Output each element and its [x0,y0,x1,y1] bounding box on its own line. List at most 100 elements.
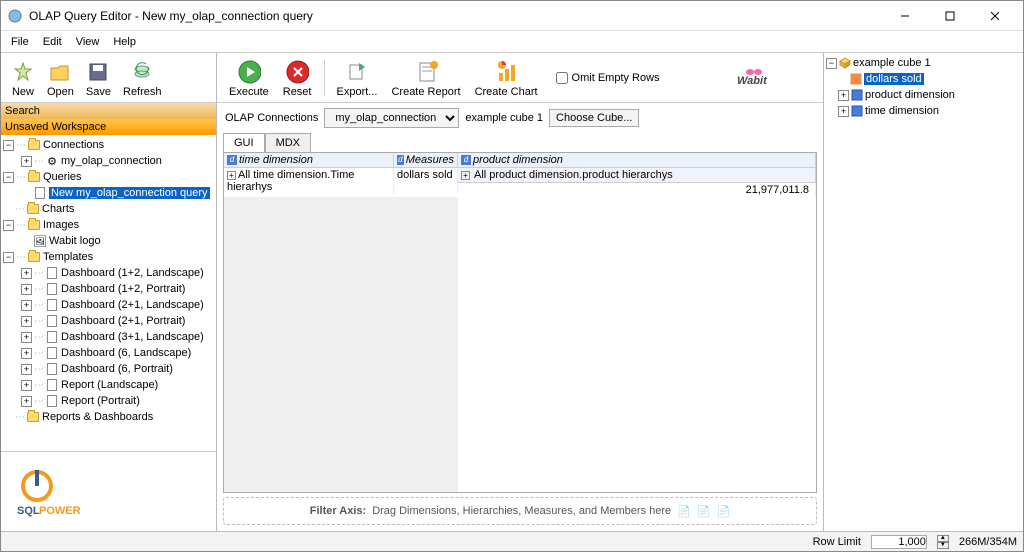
refresh-button[interactable]: Refresh [117,58,168,100]
export-button[interactable]: Export... [331,58,384,100]
tree-wabit-logo[interactable]: Wabit logo [49,235,101,247]
row-limit-spinner[interactable]: ▲▼ [937,535,949,549]
create-chart-button[interactable]: Create Chart [469,58,544,100]
query-icon [33,186,47,200]
expand-icon[interactable]: + [838,90,849,101]
image-icon: 🖼 [33,234,47,248]
expand-icon[interactable]: + [21,268,32,279]
menu-edit[interactable]: Edit [37,34,68,50]
dimension-icon [851,105,863,117]
report-icon [414,60,438,84]
expand-icon[interactable]: − [826,58,837,69]
new-button[interactable]: New [5,58,41,100]
expand-icon[interactable]: − [3,172,14,183]
connection-select[interactable]: my_olap_connection [324,108,459,128]
svg-text:POWER: POWER [39,505,81,517]
tree-images[interactable]: Images [43,219,79,231]
template-icon [45,298,59,312]
filter-icon: 📄 [717,505,731,518]
save-button[interactable]: Save [80,58,117,100]
template-icon [45,314,59,328]
tree-reports[interactable]: Reports & Dashboards [42,411,153,423]
cube-tree-panel[interactable]: − example cube 1 dollars sold + product di… [823,53,1023,531]
expand-icon[interactable]: + [21,156,32,167]
template-icon [45,266,59,280]
menu-help[interactable]: Help [107,34,142,50]
template-icon [45,378,59,392]
expand-icon[interactable]: − [3,220,14,231]
app-icon [7,8,23,24]
folder-icon [26,410,40,424]
tree-charts[interactable]: Charts [42,203,74,215]
tree-template-item[interactable]: Dashboard (6, Portrait) [61,363,173,375]
execute-button[interactable]: Execute [223,58,275,100]
open-icon [48,60,72,84]
tab-gui[interactable]: GUI [223,133,265,152]
open-button[interactable]: Open [41,58,80,100]
tree-query-item[interactable]: New my_olap_connection query [49,187,210,199]
connection-icon: ⚙ [45,154,59,168]
grid-value: 21,977,011.8 [458,183,816,197]
close-button[interactable] [972,2,1017,30]
expand-icon[interactable]: + [21,284,32,295]
menu-view[interactable]: View [70,34,106,50]
tree-template-item[interactable]: Dashboard (2+1, Portrait) [61,315,185,327]
row-limit-label: Row Limit [813,536,861,548]
measure-node[interactable]: dollars sold [864,73,924,85]
workspace-tree[interactable]: −⋯Connections +⋯⚙my_olap_connection −⋯Qu… [1,135,216,451]
sqlpower-logo: SQLPOWER [1,451,216,531]
dimension-node[interactable]: time dimension [865,105,939,117]
cube-node[interactable]: example cube 1 [853,57,931,69]
reset-icon [285,60,309,84]
execute-icon [237,60,261,84]
menu-file[interactable]: File [5,34,35,50]
expand-icon[interactable]: + [21,332,32,343]
tree-template-item[interactable]: Report (Portrait) [61,395,140,407]
tree-template-item[interactable]: Dashboard (3+1, Landscape) [61,331,204,343]
tree-template-item[interactable]: Dashboard (1+2, Portrait) [61,283,185,295]
folder-icon [27,218,41,232]
reset-button[interactable]: Reset [277,58,318,100]
workspace-header[interactable]: Unsaved Workspace [1,119,216,135]
tree-template-item[interactable]: Report (Landscape) [61,379,158,391]
expand-icon[interactable]: + [21,348,32,359]
row-limit-input[interactable] [871,535,927,549]
export-icon [345,60,369,84]
olap-grid[interactable]: dtime dimensiondMeasures +All time dimen… [223,152,817,493]
center-toolbar: Execute Reset Export... Create Report Cr… [217,53,823,103]
tree-queries[interactable]: Queries [43,171,82,183]
expand-icon[interactable]: + [21,396,32,407]
expand-icon[interactable]: + [21,300,32,311]
omit-checkbox-input[interactable] [556,72,568,84]
tree-connections[interactable]: Connections [43,139,104,151]
create-report-button[interactable]: Create Report [385,58,466,100]
memory-status: 266M/354M [959,536,1017,548]
new-icon [11,60,35,84]
expand-icon[interactable]: + [21,380,32,391]
dimension-icon [851,89,863,101]
choose-cube-button[interactable]: Choose Cube... [549,109,639,127]
tree-template-item[interactable]: Dashboard (2+1, Landscape) [61,299,204,311]
tab-mdx[interactable]: MDX [265,133,311,152]
chart-icon [494,60,518,84]
maximize-button[interactable] [927,2,972,30]
dimension-node[interactable]: product dimension [865,89,955,101]
tree-template-item[interactable]: Dashboard (6, Landscape) [61,347,191,359]
window-title-bar: OLAP Query Editor - New my_olap_connecti… [1,1,1023,31]
search-header[interactable]: Search [1,103,216,119]
expand-icon[interactable]: + [21,316,32,327]
query-tabs: GUI MDX [217,133,823,152]
expand-icon[interactable]: + [838,106,849,117]
tree-template-item[interactable]: Dashboard (1+2, Landscape) [61,267,204,279]
left-toolbar: New Open Save Refresh [1,53,216,103]
template-icon [45,330,59,344]
expand-icon[interactable]: + [21,364,32,375]
tree-templates[interactable]: Templates [43,251,93,263]
expand-icon[interactable]: − [3,140,14,151]
expand-icon[interactable]: − [3,252,14,263]
tree-conn-item[interactable]: my_olap_connection [61,155,162,167]
folder-icon [27,138,41,152]
minimize-button[interactable] [882,2,927,30]
omit-empty-rows-checkbox[interactable]: Omit Empty Rows [556,72,660,84]
filter-axis-dropzone[interactable]: Filter Axis: Drag Dimensions, Hierarchie… [223,497,817,525]
